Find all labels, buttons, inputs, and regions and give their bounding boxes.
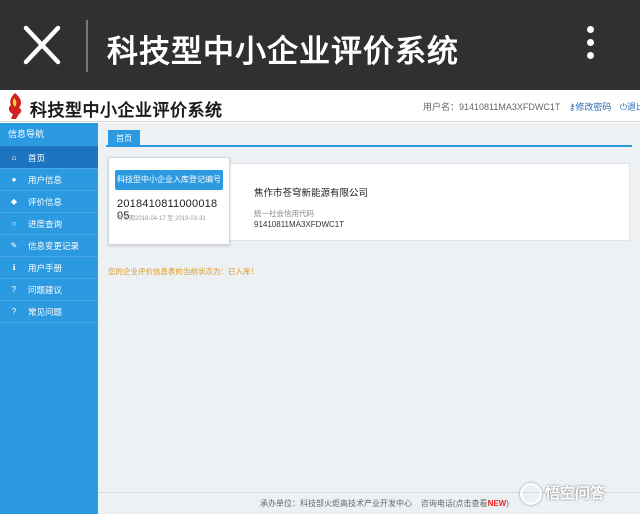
tab-bar: 首页 bbox=[106, 127, 632, 147]
sidebar-item-label: 信息变更记录 bbox=[28, 241, 80, 251]
tab-home[interactable]: 首页 bbox=[108, 130, 140, 147]
registration-number-button[interactable]: 科技型中小企业入库登记编号 bbox=[115, 170, 223, 190]
sidebar-item-label: 首页 bbox=[28, 153, 46, 163]
app-bar-title: 科技型中小企业评价系统 bbox=[107, 34, 459, 69]
torch-logo-icon bbox=[8, 93, 22, 119]
validity-period: 有效期2018-04-17 至 2019-03-31 bbox=[117, 216, 206, 222]
change-password-link[interactable]: 修改密码 bbox=[575, 102, 611, 112]
sidebar-item-evaluation[interactable]: ◆ 评价信息 bbox=[0, 191, 98, 213]
username: 91410811MA3XFDWC1T bbox=[459, 102, 561, 112]
footer-close-paren: ) bbox=[506, 499, 509, 508]
user-area: 用户名：91410811MA3XFDWC1T ⚷修改密码 ⏻退出 bbox=[423, 100, 640, 113]
edit-icon: ✎ bbox=[10, 241, 18, 250]
sidebar-item-label: 进度查询 bbox=[28, 219, 63, 229]
status-message: 您的企业评价信息表的当前状态为：已入库！ bbox=[108, 267, 258, 276]
user-icon: ● bbox=[11, 175, 17, 184]
logout-link[interactable]: 退出 bbox=[627, 102, 640, 112]
sidebar-item-home[interactable]: ⌂ 首页 bbox=[0, 147, 98, 169]
sidebar-item-progress[interactable]: ○ 进度查询 bbox=[0, 213, 98, 235]
sidebar-item-label: 评价信息 bbox=[28, 197, 63, 207]
main-content: 首页 科技型中小企业入库登记编号 2018410811000018 05 有效期… bbox=[98, 123, 640, 514]
footer-text: 承办单位：科技部火炬高技术产业开发中心 咨询电话(点击查看NEW) bbox=[260, 498, 509, 509]
close-icon[interactable] bbox=[22, 22, 62, 68]
footer-org: 承办单位：科技部火炬高技术产业开发中心 bbox=[260, 499, 412, 508]
app-bar: 科技型中小企业评价系统 bbox=[0, 0, 640, 90]
divider bbox=[86, 20, 88, 72]
sidebar-item-user-info[interactable]: ● 用户信息 bbox=[0, 169, 98, 191]
power-icon: ⏻ bbox=[619, 102, 627, 112]
sidebar-title: 信息导航 bbox=[0, 123, 98, 147]
sidebar-item-change-log[interactable]: ✎ 信息变更记录 bbox=[0, 235, 98, 257]
sidebar-item-label: 常见问题 bbox=[28, 307, 63, 317]
sidebar-item-label: 用户信息 bbox=[28, 175, 63, 185]
info-icon: ℹ bbox=[12, 263, 16, 272]
sidebar: 信息导航 ⌂ 首页 ● 用户信息 ◆ 评价信息 ○ 进度查询 ✎ 信息变更记录 ℹ 用户手册… bbox=[0, 123, 98, 514]
credit-code-value: 91410811MA3XFDWC1T bbox=[254, 220, 345, 229]
more-menu-icon[interactable] bbox=[580, 26, 600, 66]
watermark: 悟空问答 bbox=[520, 482, 605, 508]
footer-phone-link[interactable]: 咨询电话(点击查看 bbox=[421, 499, 488, 508]
sidebar-item-label: 用户手册 bbox=[28, 263, 63, 273]
watermark-text: 悟空问答 bbox=[545, 485, 606, 502]
question-icon: ? bbox=[11, 307, 17, 316]
registration-card: 科技型中小企业入库登记编号 2018410811000018 05 有效期201… bbox=[108, 157, 230, 245]
company-name: 焦作市苍穹新能源有限公司 bbox=[254, 188, 369, 199]
credit-code-label: 统一社会信用代码 bbox=[254, 209, 314, 218]
sidebar-item-faq[interactable]: ? 常见问题 bbox=[0, 301, 98, 323]
wukong-logo-icon bbox=[520, 483, 542, 506]
tag-icon: ◆ bbox=[10, 197, 18, 206]
username-label: 用户名： bbox=[423, 102, 460, 112]
search-icon: ○ bbox=[11, 219, 17, 228]
site-title: 科技型中小企业评价系统 bbox=[30, 101, 223, 120]
new-badge: NEW bbox=[487, 499, 507, 508]
sidebar-item-label: 问题建议 bbox=[28, 285, 63, 295]
question-icon: ? bbox=[11, 285, 17, 294]
sidebar-item-manual[interactable]: ℹ 用户手册 bbox=[0, 257, 98, 279]
sidebar-item-suggestions[interactable]: ? 问题建议 bbox=[0, 279, 98, 301]
site-header: 科技型中小企业评价系统 用户名：91410811MA3XFDWC1T ⚷修改密码… bbox=[0, 90, 640, 122]
home-icon: ⌂ bbox=[11, 153, 17, 162]
